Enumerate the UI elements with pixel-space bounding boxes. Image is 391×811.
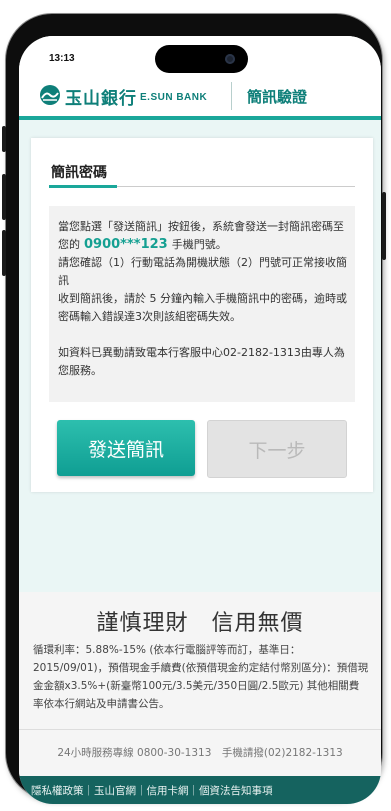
page-title: 簡訊驗證 xyxy=(247,88,308,106)
phone-frame: 13:13 玉山銀行 E.SUN BANK 簡訊驗證 簡訊密碼 當您點選「發送簡… xyxy=(2,14,386,804)
bottom-links[interactable]: 隱私權政策｜玉山官網｜信用卡網｜個資法告知事項 xyxy=(31,783,273,798)
service-hotline: 24小時服務專線 0800-30-1313 手機請撥(02)2182-1313 xyxy=(57,747,343,759)
status-bar: 13:13 xyxy=(19,36,381,74)
send-sms-button[interactable]: 發送簡訊 xyxy=(57,420,195,476)
promo-slogan: 謹慎理財 信用無價 xyxy=(96,611,304,636)
instruction-line-1: 當您點選「發送簡訊」按鈕後，系統會發送一封簡訊密碼至您的 0900***123 手機… xyxy=(58,218,350,254)
phone-screen: 13:13 玉山銀行 E.SUN BANK 簡訊驗證 簡訊密碼 當您點選「發送簡… xyxy=(19,36,381,804)
status-time: 13:13 xyxy=(49,53,75,64)
instruction-line-2: 請您確認（1）行動電話為開機狀態（2）門號可正常接收簡訊 xyxy=(58,256,347,287)
promo-section: 謹慎理財 信用無價 循環利率：5.88%-15% (依本行電腦評等而訂，基準日：… xyxy=(19,592,381,729)
header-divider xyxy=(231,82,232,110)
card-title-accent xyxy=(49,185,117,188)
footer: 24小時服務專線 0800-30-1313 手機請撥(02)2182-1313 xyxy=(19,729,381,776)
app-header: 玉山銀行 E.SUN BANK 簡訊驗證 xyxy=(19,74,381,120)
rate-disclaimer: 循環利率：5.88%-15% (依本行電腦評等而訂，基準日：2015/09/01… xyxy=(33,644,369,710)
card-title: 簡訊密碼 xyxy=(51,165,107,181)
dynamic-island xyxy=(155,45,248,73)
bottom-links-bar: 隱私權政策｜玉山官網｜信用卡網｜個資法告知事項 xyxy=(19,776,381,804)
volume-up-button xyxy=(2,174,6,220)
instructions-box: 當您點選「發送簡訊」按鈕後，系統會發送一封簡訊密碼至您的 0900***123 手機… xyxy=(49,206,355,402)
next-step-button[interactable]: 下一步 xyxy=(207,420,347,478)
esun-logo-icon[interactable] xyxy=(40,85,60,105)
instructions-text: 當您點選「發送簡訊」按鈕後，系統會發送一封簡訊密碼至您的 0900***123 手機… xyxy=(58,218,350,380)
masked-phone-number: 0900***123 xyxy=(84,237,168,252)
instruction-line-3: 收到簡訊後，請於 5 分鐘內輸入手機簡訊中的密碼，逾時或密碼輸入錯誤達3次則該組… xyxy=(58,292,347,323)
instruction-line-4: 如資料已異動請致電本行客服中心02-2182-1313由專人為您服務。 xyxy=(58,346,345,377)
camera-icon xyxy=(225,54,235,64)
bank-name-cn: 玉山銀行 xyxy=(65,89,137,109)
sms-verification-card: 簡訊密碼 當您點選「發送簡訊」按鈕後，系統會發送一封簡訊密碼至您的 0900***… xyxy=(31,138,373,492)
power-button xyxy=(382,192,386,260)
bank-name-en: E.SUN BANK xyxy=(140,92,208,103)
instruction-line-1-after: 手機門號。 xyxy=(171,238,227,251)
mute-switch xyxy=(2,126,6,152)
volume-down-button xyxy=(2,230,6,276)
